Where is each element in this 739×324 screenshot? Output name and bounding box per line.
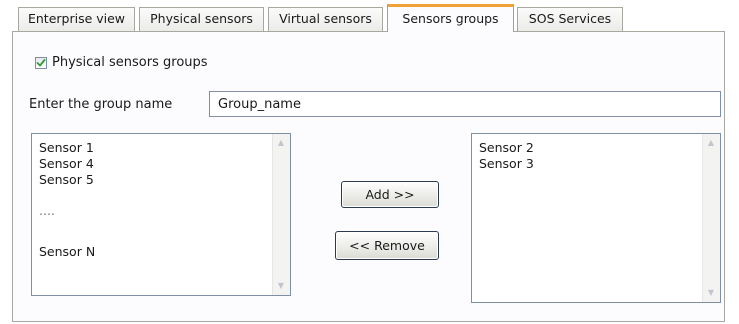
add-button[interactable]: Add >>: [341, 181, 439, 208]
physical-sensors-groups-label: Physical sensors groups: [52, 55, 208, 70]
tab-physical-sensors[interactable]: Physical sensors: [139, 7, 264, 31]
remove-button[interactable]: << Remove: [335, 231, 439, 260]
checkmark-icon: [36, 58, 46, 66]
tab-sensors-groups[interactable]: Sensors groups: [387, 4, 514, 32]
list-item[interactable]: Sensor 5: [39, 172, 95, 206]
list-item[interactable]: Sensor 4: [39, 156, 95, 172]
scroll-up-arrow-icon[interactable]: ▲: [705, 137, 717, 149]
physical-sensors-groups-option[interactable]: Physical sensors groups: [35, 55, 208, 70]
tab-sos-services[interactable]: SOS Services: [517, 7, 623, 31]
tab-bar: Enterprise view Physical sensors Virtual…: [0, 0, 739, 32]
list-item[interactable]: Sensor 3: [479, 156, 534, 172]
scroll-down-arrow-icon[interactable]: ▼: [705, 287, 717, 299]
available-sensors-list[interactable]: Sensor 1 Sensor 4 Sensor 5 .... Sensor N…: [31, 133, 291, 296]
list-item[interactable]: Sensor 1: [39, 140, 95, 156]
group-sensors-list[interactable]: Sensor 2 Sensor 3 ▲ ▼: [471, 133, 721, 303]
physical-sensors-groups-checkbox[interactable]: [35, 56, 47, 69]
group-name-label: Enter the group name: [29, 97, 173, 112]
group-name-input[interactable]: [209, 91, 721, 117]
list-item[interactable]: ....: [39, 204, 95, 244]
scroll-up-arrow-icon[interactable]: ▲: [275, 137, 287, 149]
sensors-groups-panel: Physical sensors groups Enter the group …: [12, 31, 725, 322]
scroll-down-arrow-icon[interactable]: ▼: [275, 280, 287, 292]
tab-enterprise-view[interactable]: Enterprise view: [18, 7, 135, 31]
list-item[interactable]: Sensor N: [39, 244, 95, 260]
available-sensors-scrollbar[interactable]: ▲ ▼: [272, 134, 290, 295]
tab-virtual-sensors[interactable]: Virtual sensors: [268, 7, 383, 31]
list-item[interactable]: Sensor 2: [479, 140, 534, 156]
group-sensors-scrollbar[interactable]: ▲ ▼: [702, 134, 720, 302]
